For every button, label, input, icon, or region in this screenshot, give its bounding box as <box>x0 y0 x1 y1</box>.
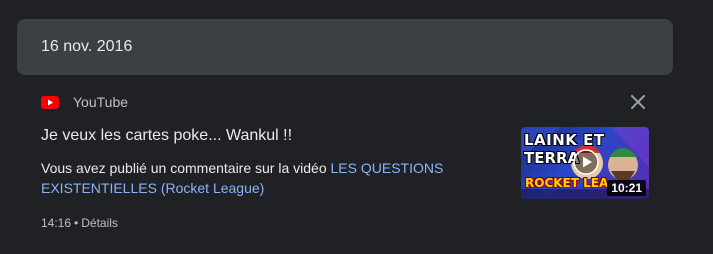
activity-source: YouTube <box>41 94 128 110</box>
video-duration: 10:21 <box>607 180 646 196</box>
meta-separator: • <box>74 216 79 230</box>
details-link[interactable]: Détails <box>81 216 118 230</box>
thumbnail-text-line2: TERRA <box>524 149 580 167</box>
youtube-logo-icon <box>41 95 59 109</box>
delete-activity-button[interactable] <box>624 90 652 114</box>
close-icon <box>631 95 645 109</box>
activity-card: YouTube Je veux les cartes poke... Wanku… <box>0 86 713 254</box>
thumbnail-text-line1: LAINK ET <box>524 131 605 149</box>
play-icon <box>573 149 599 175</box>
activity-title: Je veux les cartes poke... Wankul !! <box>41 127 293 144</box>
thumbnail-text-line3: ROCKET LEA <box>525 176 609 190</box>
date-header: 16 nov. 2016 <box>17 19 673 75</box>
activity-source-name: YouTube <box>73 94 129 110</box>
date-header-label: 16 nov. 2016 <box>41 38 133 55</box>
activity-time: 14:16 <box>41 216 72 230</box>
video-thumbnail[interactable]: LAINK ET TERRA ROCKET LEA 10:21 <box>521 127 649 199</box>
activity-description-text: Vous avez publié un commentaire sur la v… <box>41 160 331 176</box>
activity-description: Vous avez publié un commentaire sur la v… <box>41 158 481 198</box>
activity-meta: 14:16 • Détails <box>41 216 118 230</box>
